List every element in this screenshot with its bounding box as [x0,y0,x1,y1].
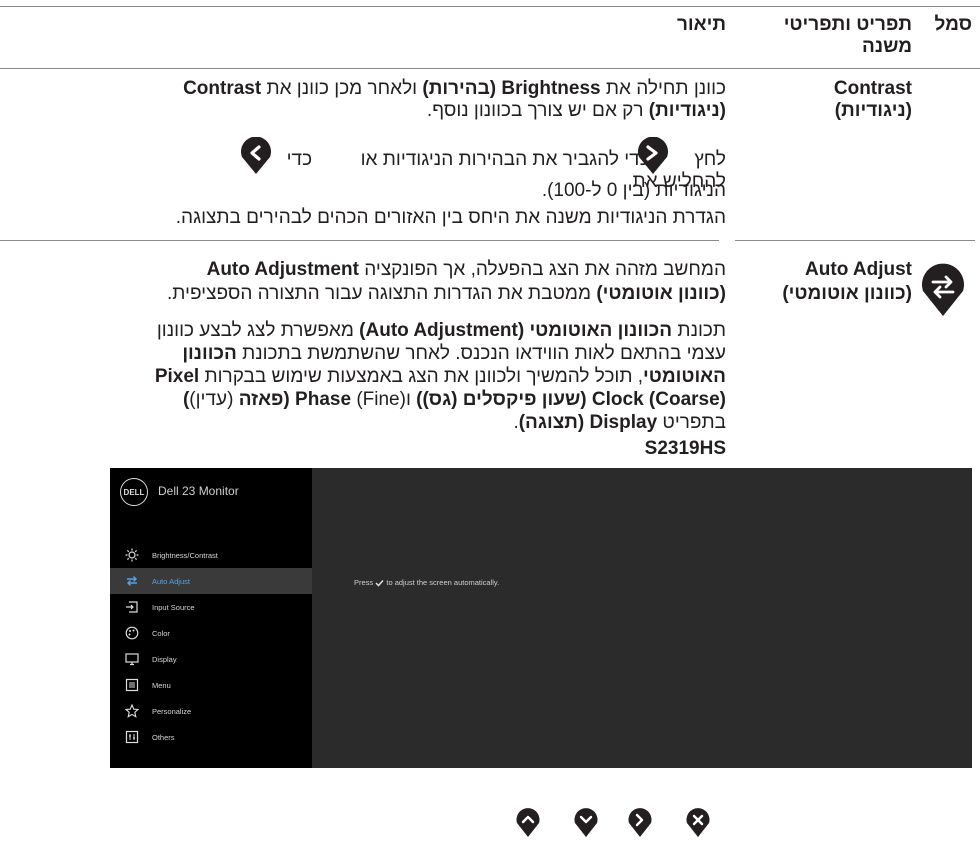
up-button-icon[interactable] [515,808,541,838]
auto-p1-l2: (כוונון אוטומטי) ממטבת את הגדרות התצוגה … [167,283,726,304]
check-icon [375,580,384,587]
contrast-name-2: (ניגודיות) [834,100,912,121]
header-menu-col-1: תפריט ותפריטי [783,14,912,35]
dell-logo: DELL [120,478,148,506]
input-icon [124,599,140,615]
osd-menu-label: Display [152,654,177,664]
row-rule-contrast [0,240,719,241]
header-icon-col: סמל [934,14,972,35]
right-button-icon[interactable] [627,808,653,838]
contrast-name-1: Contrast [833,78,912,99]
osd-menu-display[interactable]: Display [110,646,312,672]
down-pin-icon [241,137,271,174]
header-rule [0,68,980,69]
contrast-p1-line1: כוונן תחילה את Brightness (בהירות) ולאחר… [183,78,726,99]
osd-menu-label: Personalize [152,706,192,716]
up-pin-icon [638,137,668,174]
display-icon [124,651,140,667]
osd-menu-panel: DELL Dell 23 Monitor Brightness/Contrast… [110,468,312,768]
osd-menu-label: Menu [152,680,171,690]
header-desc-col: תיאור [676,14,726,35]
contrast-p1-line2: (ניגודיות) רק אם יש צורך בכוונון נוסף. [426,100,726,121]
osd-content-panel: Press to adjust the screen automatically… [312,468,972,768]
down-button-icon[interactable] [573,808,599,838]
osd-menu-label: Others [152,732,175,742]
osd-menu-label: Brightness/Contrast [152,550,218,560]
contrast-p2-line2: הניגודיות (בין 0 ל-100). [541,180,726,201]
osd-menu-label: Color [152,628,170,638]
osd-menu-input-source[interactable]: Input Source [110,594,312,620]
auto-p2-l5: בתפריט Display (תצוגה). [513,412,726,433]
auto-p2-l3: האוטומטי, תוכל להמשיך ולכוונן את הצג באמ… [154,366,726,387]
osd-menu-color[interactable]: Color [110,620,312,646]
menu-icon [124,677,140,693]
auto-name-2: (כוונון אוטומטי) [782,283,912,304]
auto-p1-l1: המחשב מזהה את הצג בהפעלה, אך הפונקציה Au… [206,259,726,280]
osd-menu-menu[interactable]: Menu [110,672,312,698]
sun-icon [124,547,140,563]
auto-adjust-icon [124,573,140,589]
header-menu-col-2: משנה [862,36,912,57]
contrast-p3: הגדרת הניגודיות משנה את היחס בין האזורים… [175,207,726,228]
top-rule [0,6,980,7]
auto-p2-l4: Clock (Coarse) (שעון פיקסלים (גס)) ו(Fin… [182,389,726,410]
osd-menu-label: Auto Adjust [152,576,190,586]
osd-title: Dell 23 Monitor [158,484,239,498]
star-icon [124,703,140,719]
color-icon [124,625,140,641]
osd-message: Press to adjust the screen automatically… [354,578,500,587]
osd-screenshot: DELL Dell 23 Monitor Brightness/Contrast… [110,468,972,768]
auto-adjust-pin-icon [922,263,964,316]
osd-menu-brightness[interactable]: Brightness/Contrast [110,542,312,568]
row-rule-auto [735,240,975,241]
osd-menu-label: Input Source [152,602,195,612]
close-button-icon[interactable] [685,808,711,838]
model-label: S2319HS [644,438,726,459]
osd-menu-auto-adjust[interactable]: Auto Adjust [110,568,312,594]
osd-menu-others[interactable]: Others [110,724,312,750]
auto-p2-l2: עצמי בהתאם לאות הווידאו הנכנס. לאחר שהשת… [182,343,726,364]
auto-name-1: Auto Adjust [805,259,912,280]
others-icon [124,729,140,745]
auto-p2-l1: תכונת הכוונון האוטומטי (Auto Adjustment)… [156,320,726,341]
osd-menu-personalize[interactable]: Personalize [110,698,312,724]
